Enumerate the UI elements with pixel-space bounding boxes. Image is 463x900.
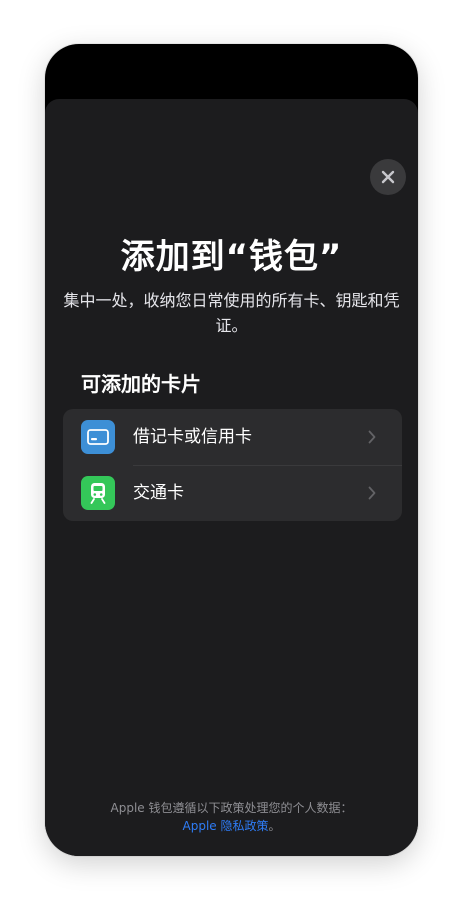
train-icon	[81, 476, 115, 510]
section-heading: 可添加的卡片	[81, 372, 201, 396]
privacy-footer: Apple 钱包遵循以下政策处理您的个人数据： Apple 隐私政策。	[65, 799, 398, 835]
close-button[interactable]	[370, 159, 406, 195]
card-type-list: 借记卡或信用卡 交通卡	[63, 409, 402, 521]
phone-frame: 添加到“钱包” 集中一处，收纳您日常使用的所有卡、钥匙和凭证。 可添加的卡片 借…	[45, 44, 418, 856]
sheet-title: 添加到“钱包”	[120, 237, 343, 277]
close-icon	[381, 170, 395, 184]
privacy-footer-text: Apple 钱包遵循以下政策处理您的个人数据：	[110, 801, 353, 815]
list-item-debit-credit-card[interactable]: 借记卡或信用卡	[63, 409, 402, 466]
credit-card-icon	[81, 420, 115, 454]
chevron-right-icon	[368, 486, 376, 500]
chevron-right-icon	[368, 430, 376, 444]
wallet-add-sheet: 添加到“钱包” 集中一处，收纳您日常使用的所有卡、钥匙和凭证。 可添加的卡片 借…	[45, 99, 418, 856]
privacy-link-line: Apple 隐私政策。	[65, 817, 398, 835]
list-item-label: 借记卡或信用卡	[133, 427, 252, 447]
sheet-subtitle: 集中一处，收纳您日常使用的所有卡、钥匙和凭证。	[63, 291, 400, 335]
privacy-link-suffix: 。	[268, 819, 281, 833]
list-item-label: 交通卡	[133, 483, 184, 503]
privacy-policy-link[interactable]: Apple 隐私政策	[183, 819, 269, 833]
list-item-transit-card[interactable]: 交通卡	[63, 465, 402, 521]
